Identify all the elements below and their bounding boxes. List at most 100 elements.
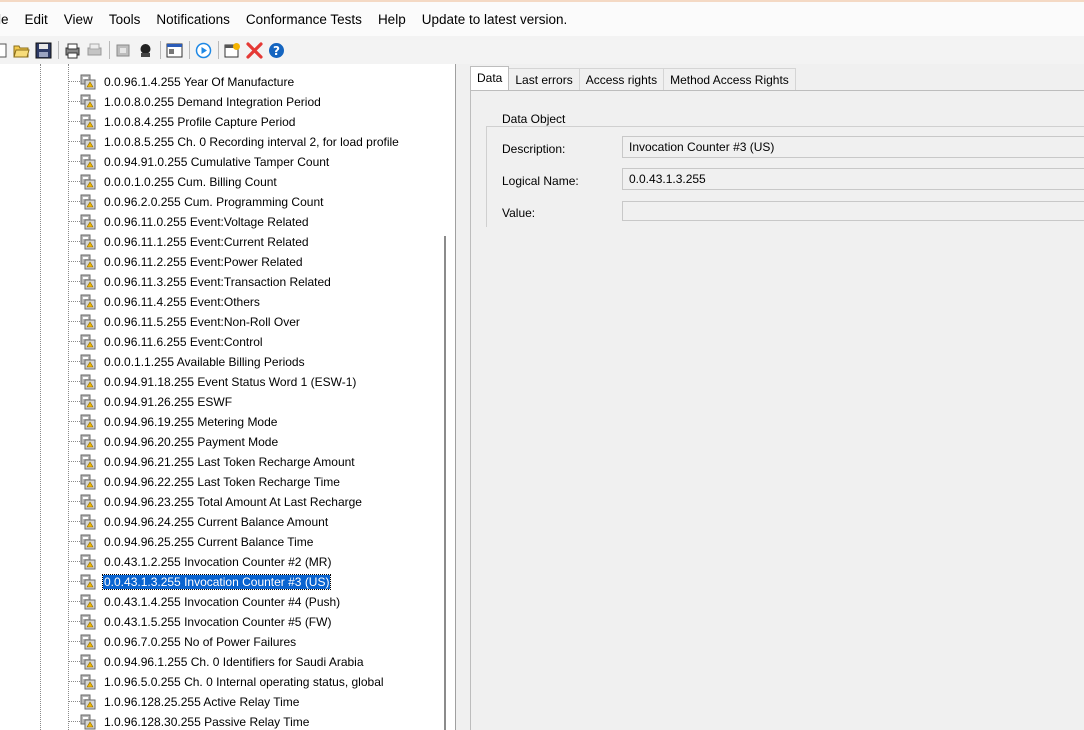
tree-item[interactable]: 0.0.94.91.26.255 ESWF bbox=[0, 392, 440, 412]
tree-item[interactable]: 0.0.94.96.22.255 Last Token Recharge Tim… bbox=[0, 472, 440, 492]
tree-item-label[interactable]: 0.0.94.96.19.255 Metering Mode bbox=[103, 415, 278, 429]
tree-item[interactable]: 0.0.0.1.1.255 Available Billing Periods bbox=[0, 352, 440, 372]
menu-view[interactable]: View bbox=[56, 12, 101, 27]
logical-name-field[interactable]: 0.0.43.1.3.255 bbox=[622, 168, 1084, 190]
tree-item[interactable]: 0.0.94.96.23.255 Total Amount At Last Re… bbox=[0, 492, 440, 512]
tree-item-label[interactable]: 0.0.94.96.20.255 Payment Mode bbox=[103, 435, 279, 449]
tree-item-label[interactable]: 0.0.94.96.24.255 Current Balance Amount bbox=[103, 515, 329, 529]
tree-item-label[interactable]: 0.0.94.91.0.255 Cumulative Tamper Count bbox=[103, 155, 330, 169]
tree-item-label[interactable]: 0.0.43.1.3.255 Invocation Counter #3 (US… bbox=[101, 574, 332, 590]
tree-item[interactable]: 0.0.94.91.0.255 Cumulative Tamper Count bbox=[0, 152, 440, 172]
menu-tools[interactable]: Tools bbox=[101, 12, 149, 27]
tree-item[interactable]: 0.0.43.1.4.255 Invocation Counter #4 (Pu… bbox=[0, 592, 440, 612]
tree-item[interactable]: 0.0.94.91.18.255 Event Status Word 1 (ES… bbox=[0, 372, 440, 392]
tree-item[interactable]: 0.0.94.96.19.255 Metering Mode bbox=[0, 412, 440, 432]
tree-item-label[interactable]: 0.0.96.11.5.255 Event:Non-Roll Over bbox=[103, 315, 301, 329]
tab-method-access-rights[interactable]: Method Access Rights bbox=[663, 68, 796, 90]
value-field[interactable] bbox=[622, 201, 1084, 221]
disconnect-icon[interactable] bbox=[136, 41, 155, 60]
tree-item[interactable]: 0.0.96.11.3.255 Event:Transaction Relate… bbox=[0, 272, 440, 292]
help-icon[interactable]: ? bbox=[267, 41, 286, 60]
add-icon[interactable] bbox=[223, 41, 242, 60]
tree-item-label[interactable]: 1.0.0.8.0.255 Demand Integration Period bbox=[103, 95, 322, 109]
tree-item-label[interactable]: 0.0.96.11.2.255 Event:Power Related bbox=[103, 255, 304, 269]
data-object-icon bbox=[80, 693, 98, 711]
print-icon[interactable] bbox=[63, 41, 82, 60]
tree-item[interactable]: 1.0.96.128.30.255 Passive Relay Time bbox=[0, 712, 440, 730]
tree-item[interactable]: 0.0.96.11.1.255 Event:Current Related bbox=[0, 232, 440, 252]
tree-item[interactable]: 0.0.43.1.3.255 Invocation Counter #3 (US… bbox=[0, 572, 440, 592]
tree-item-label[interactable]: 0.0.94.96.25.255 Current Balance Time bbox=[103, 535, 314, 549]
object-tree[interactable]: 0.0.96.1.4.255 Year Of Manufacture 1.0.0.… bbox=[0, 64, 456, 730]
menu-edit[interactable]: Edit bbox=[17, 12, 56, 27]
menu-help[interactable]: Help bbox=[370, 12, 414, 27]
tree-item[interactable]: 1.0.96.128.25.255 Active Relay Time bbox=[0, 692, 440, 712]
tree-item-label[interactable]: 0.0.96.2.0.255 Cum. Programming Count bbox=[103, 195, 324, 209]
tree-item-label[interactable]: 0.0.96.11.3.255 Event:Transaction Relate… bbox=[103, 275, 332, 289]
tree-item[interactable]: 0.0.94.96.21.255 Last Token Recharge Amo… bbox=[0, 452, 440, 472]
tree-item[interactable]: 0.0.96.7.0.255 No of Power Failures bbox=[0, 632, 440, 652]
data-object-icon bbox=[80, 253, 98, 271]
tree-item-label[interactable]: 0.0.94.96.22.255 Last Token Recharge Tim… bbox=[103, 475, 341, 489]
tree-item-label[interactable]: 0.0.0.1.0.255 Cum. Billing Count bbox=[103, 175, 278, 189]
tree-item[interactable]: 0.0.96.11.2.255 Event:Power Related bbox=[0, 252, 440, 272]
tree-item-label[interactable]: 0.0.96.1.4.255 Year Of Manufacture bbox=[103, 75, 295, 89]
tree-item-label[interactable]: 0.0.94.96.23.255 Total Amount At Last Re… bbox=[103, 495, 363, 509]
tree-item[interactable]: 0.0.94.96.25.255 Current Balance Time bbox=[0, 532, 440, 552]
tab-access-rights[interactable]: Access rights bbox=[578, 68, 665, 90]
tree-item[interactable]: 0.0.96.11.5.255 Event:Non-Roll Over bbox=[0, 312, 440, 332]
tree-item[interactable]: 0.0.43.1.2.255 Invocation Counter #2 (MR… bbox=[0, 552, 440, 572]
tab-data[interactable]: Data bbox=[470, 66, 510, 90]
new-icon[interactable] bbox=[0, 41, 8, 60]
tree-item-label[interactable]: 1.0.96.128.30.255 Passive Relay Time bbox=[103, 715, 310, 729]
tree-item[interactable]: 0.0.94.96.1.255 Ch. 0 Identifiers for Sa… bbox=[0, 652, 440, 672]
menu-notifications[interactable]: Notifications bbox=[148, 12, 238, 27]
tree-connector bbox=[68, 281, 80, 282]
tree-item-label[interactable]: 1.0.96.128.25.255 Active Relay Time bbox=[103, 695, 300, 709]
tree-item[interactable]: 0.0.43.1.5.255 Invocation Counter #5 (FW… bbox=[0, 612, 440, 632]
tree-connector bbox=[68, 81, 80, 82]
properties-icon[interactable] bbox=[165, 41, 184, 60]
tree-item-label[interactable]: 0.0.94.96.21.255 Last Token Recharge Amo… bbox=[103, 455, 356, 469]
tree-scrollbar[interactable] bbox=[444, 236, 446, 730]
save-icon[interactable] bbox=[34, 41, 53, 60]
tree-item-label[interactable]: 0.0.96.7.0.255 No of Power Failures bbox=[103, 635, 297, 649]
tree-item-label[interactable]: 0.0.94.91.26.255 ESWF bbox=[103, 395, 233, 409]
tree-item-label[interactable]: 1.0.0.8.5.255 Ch. 0 Recording interval 2… bbox=[103, 135, 400, 149]
print-preview-icon[interactable] bbox=[85, 41, 104, 60]
tree-item-label[interactable]: 0.0.94.91.18.255 Event Status Word 1 (ES… bbox=[103, 375, 357, 389]
tree-item[interactable]: 1.0.96.5.0.255 Ch. 0 Internal operating … bbox=[0, 672, 440, 692]
tree-item-label[interactable]: 0.0.94.96.1.255 Ch. 0 Identifiers for Sa… bbox=[103, 655, 365, 669]
tree-item[interactable]: 0.0.94.96.24.255 Current Balance Amount bbox=[0, 512, 440, 532]
connect-icon[interactable] bbox=[114, 41, 133, 60]
tree-item-label[interactable]: 1.0.96.5.0.255 Ch. 0 Internal operating … bbox=[103, 675, 385, 689]
tree-item[interactable]: 0.0.96.11.6.255 Event:Control bbox=[0, 332, 440, 352]
tree-item-label[interactable]: 0.0.43.1.5.255 Invocation Counter #5 (FW… bbox=[103, 615, 332, 629]
tree-item-label[interactable]: 0.0.96.11.1.255 Event:Current Related bbox=[103, 235, 310, 249]
tree-item[interactable]: 1.0.0.8.0.255 Demand Integration Period bbox=[0, 92, 440, 112]
play-icon[interactable] bbox=[194, 41, 213, 60]
tree-item-label[interactable]: 0.0.96.11.4.255 Event:Others bbox=[103, 295, 261, 309]
tree-item[interactable]: 0.0.96.2.0.255 Cum. Programming Count bbox=[0, 192, 440, 212]
tree-item[interactable]: 0.0.94.96.20.255 Payment Mode bbox=[0, 432, 440, 452]
open-folder-icon[interactable] bbox=[12, 41, 31, 60]
tree-item[interactable]: 0.0.0.1.0.255 Cum. Billing Count bbox=[0, 172, 440, 192]
tree-item[interactable]: 0.0.96.11.4.255 Event:Others bbox=[0, 292, 440, 312]
description-field[interactable]: Invocation Counter #3 (US) bbox=[622, 136, 1084, 158]
tree-item-label[interactable]: 0.0.96.11.0.255 Event:Voltage Related bbox=[103, 215, 310, 229]
tree-item-label[interactable]: 0.0.43.1.4.255 Invocation Counter #4 (Pu… bbox=[103, 595, 341, 609]
menu-file[interactable]: le bbox=[0, 12, 17, 27]
tree-item-label[interactable]: 0.0.96.11.6.255 Event:Control bbox=[103, 335, 264, 349]
tree-item[interactable]: 1.0.0.8.5.255 Ch. 0 Recording interval 2… bbox=[0, 132, 440, 152]
data-object-icon bbox=[80, 333, 98, 351]
tab-last-errors[interactable]: Last errors bbox=[508, 68, 580, 90]
tree-item[interactable]: 0.0.96.11.0.255 Event:Voltage Related bbox=[0, 212, 440, 232]
menu-conformance-tests[interactable]: Conformance Tests bbox=[238, 12, 370, 27]
tree-item-label[interactable]: 0.0.43.1.2.255 Invocation Counter #2 (MR… bbox=[103, 555, 332, 569]
tree-item[interactable]: 0.0.96.1.4.255 Year Of Manufacture bbox=[0, 72, 440, 92]
delete-icon[interactable] bbox=[245, 41, 264, 60]
tree-item-label[interactable]: 0.0.0.1.1.255 Available Billing Periods bbox=[103, 355, 306, 369]
tree-item-label[interactable]: 1.0.0.8.4.255 Profile Capture Period bbox=[103, 115, 296, 129]
menu-update[interactable]: Update to latest version. bbox=[414, 12, 576, 27]
tree-item[interactable]: 1.0.0.8.4.255 Profile Capture Period bbox=[0, 112, 440, 132]
